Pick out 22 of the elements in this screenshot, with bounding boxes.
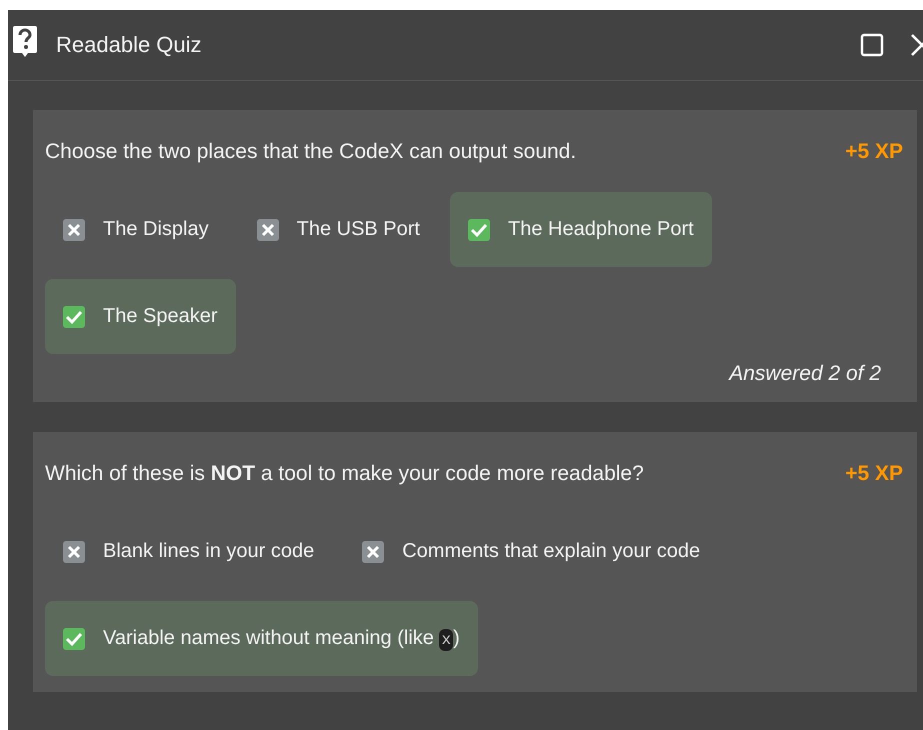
help-icon [12, 25, 38, 59]
checkmark-icon [468, 218, 490, 240]
answer-option[interactable]: The Display [45, 192, 227, 267]
answer-option[interactable]: The Speaker [45, 279, 236, 354]
answer-option[interactable]: Blank lines in your code [45, 514, 332, 589]
window-title: Readable Quiz [56, 32, 202, 58]
xp-reward: +5 XP [845, 140, 903, 164]
cross-icon [63, 218, 85, 240]
answer-option[interactable]: Variable names without meaning (like x) [45, 601, 478, 676]
answer-option[interactable]: The USB Port [238, 192, 438, 267]
checkmark-icon [63, 306, 85, 328]
cross-icon [256, 218, 279, 240]
question-text: Which of these is NOT a tool to make your code more readable? [45, 462, 644, 486]
question-text: Choose the two places that the CodeX can output sound. [45, 140, 576, 164]
xp-reward: +5 XP [845, 462, 903, 486]
answer-status: Answered 2 of 2 [729, 362, 881, 385]
answer-option[interactable]: The Headphone Port [450, 192, 712, 267]
checkmark-icon [63, 628, 85, 650]
cross-icon [63, 540, 85, 562]
cross-icon [362, 540, 384, 562]
maximize-icon[interactable] [860, 33, 884, 57]
answer-option[interactable]: Comments that explain your code [344, 514, 718, 589]
